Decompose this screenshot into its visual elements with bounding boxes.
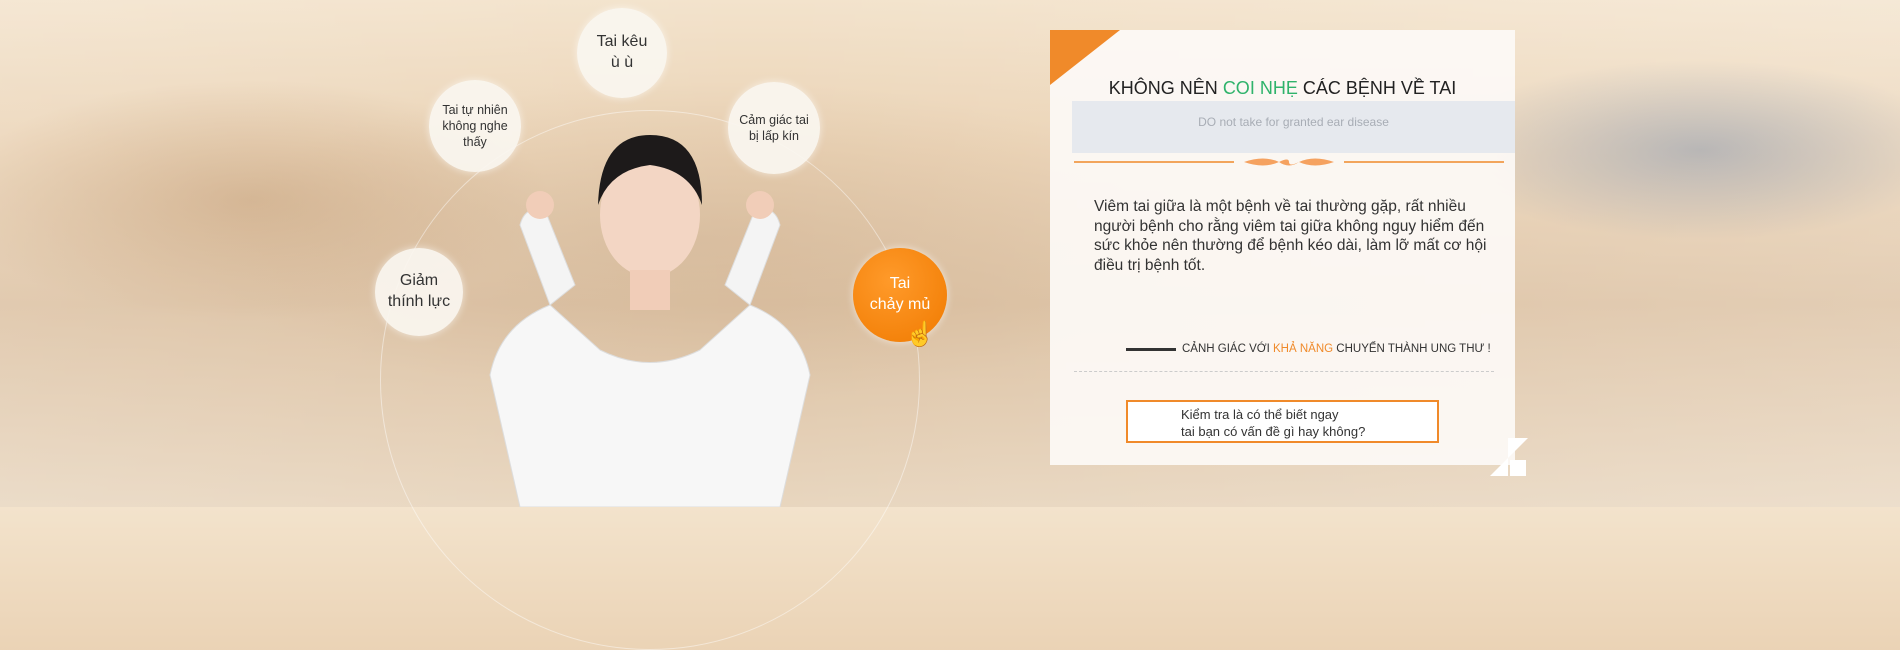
bubble-label: Tai tự nhiên không nghe thấy (442, 102, 508, 150)
ornament-divider (1074, 158, 1504, 166)
bubble-label: Tai kêu ù ù (596, 33, 648, 71)
hand-pointer-icon: ☝ (905, 321, 935, 348)
cancer-warning: CẢNH GIÁC VỚI KHẢ NĂNG CHUYỂN THÀNH UNG … (1126, 343, 1491, 355)
dashed-divider (1074, 371, 1494, 372)
ear-check-button[interactable]: Kiểm tra là có thể biết ngay tai bạn có … (1126, 400, 1439, 443)
symptom-bubble-sudden-deafness[interactable]: Tai tự nhiên không nghe thấy (429, 80, 521, 172)
warning-bar (1126, 347, 1176, 351)
info-panel: KHÔNG NÊN COI NHẸ CÁC BỆNH VỀ TAI DO not… (1050, 30, 1515, 465)
corner-accent (1050, 30, 1120, 85)
panel-paragraph: Viêm tai giữa là một bệnh về tai thường … (1094, 198, 1487, 274)
bubble-label: Tai chảy mủ (869, 275, 931, 313)
panel-title: KHÔNG NÊN COI NHẸ CÁC BỆNH VỀ TAI (1108, 78, 1457, 98)
bubble-label: Cảm giác tai bị lấp kín (739, 112, 809, 143)
panel-subtitle: DO not take for granted ear disease (1072, 101, 1515, 153)
bubble-label: Giảm thính lực (387, 272, 451, 310)
symptom-bubble-tinnitus[interactable]: Tai kêu ù ù (577, 8, 667, 98)
blurred-background (0, 0, 1900, 507)
woman-covering-ears-image (489, 135, 811, 507)
symptom-bubble-hearing-loss[interactable]: Giảm thính lực (375, 248, 463, 336)
corner-decoration-icon (1490, 438, 1528, 476)
symptom-bubble-blocked-ear[interactable]: Cảm giác tai bị lấp kín (728, 82, 820, 174)
